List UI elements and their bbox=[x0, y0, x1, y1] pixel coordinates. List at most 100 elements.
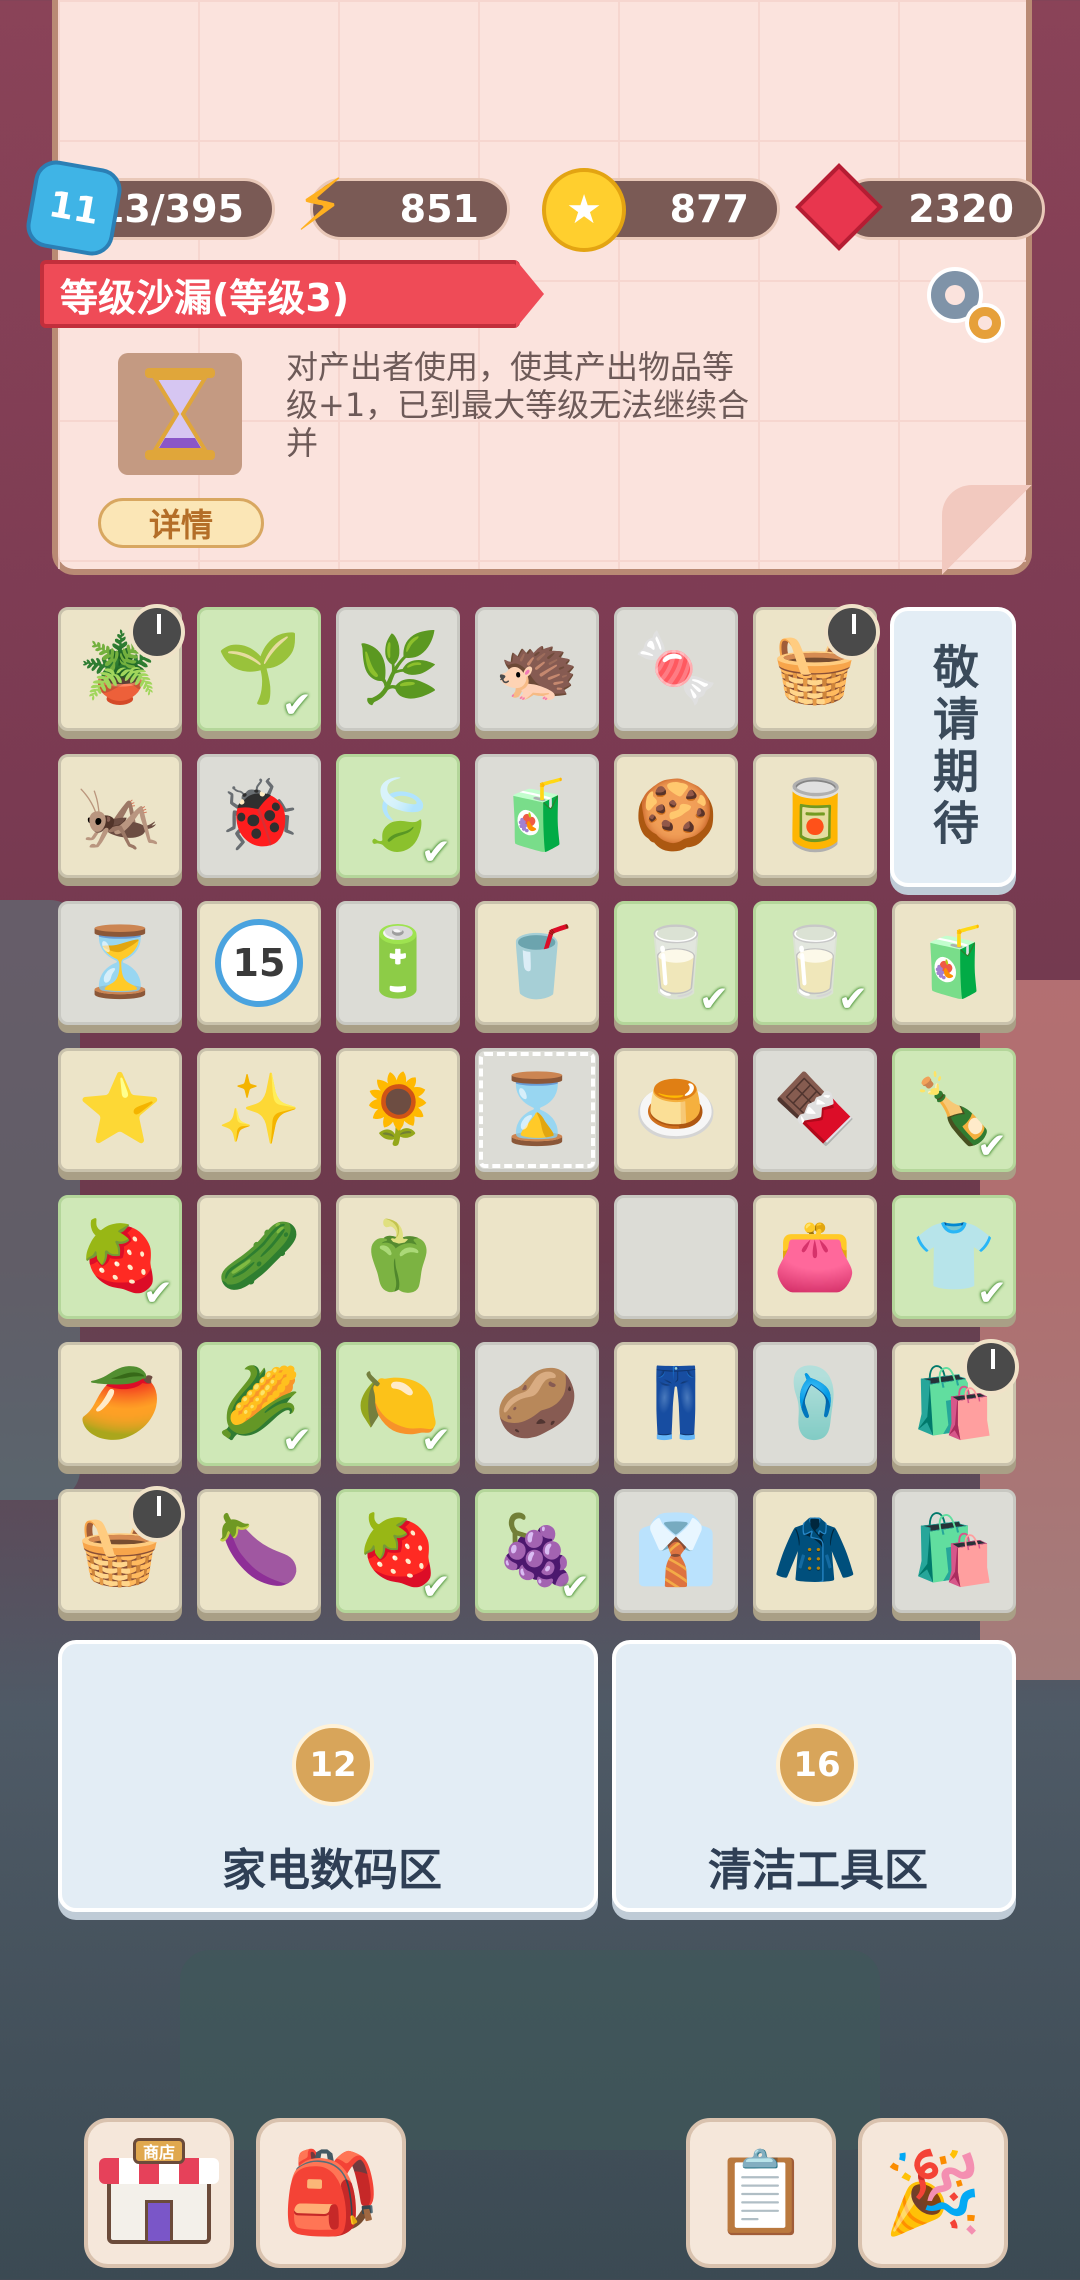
board-cell[interactable]: 🦔 bbox=[475, 607, 599, 731]
checkmark-icon: ✔ bbox=[281, 1420, 312, 1461]
zone-unlock-level: 16 bbox=[793, 1745, 841, 1785]
item-icon: 👖 bbox=[633, 1364, 719, 1443]
board-cell[interactable]: ⌛ bbox=[475, 1048, 599, 1172]
board-cell[interactable]: 🥛 ✔ bbox=[614, 901, 738, 1025]
board-cell[interactable]: 🔋 bbox=[336, 901, 460, 1025]
locked-column-tile[interactable]: 敬请期待 bbox=[890, 607, 1016, 887]
item-icon: 🍪 bbox=[633, 776, 719, 855]
timer-icon bbox=[963, 1339, 1019, 1395]
zone-name: 家电数码区 bbox=[222, 1845, 442, 1896]
settings-gear-icon[interactable] bbox=[915, 255, 1015, 355]
board-cell[interactable]: 🍾 ✔ bbox=[892, 1048, 1016, 1172]
zone-appliances-locked[interactable]: 12 家电数码区 bbox=[58, 1640, 598, 1912]
checkmark-icon: ✔ bbox=[281, 685, 312, 726]
panel-corner-fold bbox=[942, 485, 1032, 575]
zone-unlock-level: 12 bbox=[309, 1745, 357, 1785]
board-cell[interactable]: 🍬 bbox=[614, 607, 738, 731]
board-cell[interactable]: 🛍️ bbox=[892, 1339, 1019, 1466]
item-icon: 15 bbox=[215, 919, 303, 1007]
board-cell[interactable]: 🍓 ✔ bbox=[58, 1195, 182, 1319]
item-icon: 🌻 bbox=[355, 1070, 441, 1149]
board-cell[interactable]: 👖 bbox=[614, 1342, 738, 1466]
item-title-ribbon: 等级沙漏(等级3) bbox=[40, 260, 544, 328]
board-cell[interactable]: 🥒 bbox=[197, 1195, 321, 1319]
lightning-icon: ⚡ bbox=[294, 163, 346, 247]
item-title: 等级沙漏(等级3) bbox=[60, 275, 350, 320]
board-cell[interactable]: 🌿 bbox=[336, 607, 460, 731]
backpack-button[interactable]: 🎒 bbox=[256, 2118, 406, 2268]
checkmark-icon: ✔ bbox=[420, 1567, 451, 1608]
energy-value: 851 bbox=[399, 187, 479, 231]
board-cell[interactable]: 🍇 ✔ bbox=[475, 1489, 599, 1613]
board-cell[interactable]: 🧥 bbox=[753, 1489, 877, 1613]
board-cell[interactable]: 👕 ✔ bbox=[892, 1195, 1016, 1319]
tasks-button[interactable]: 📋 bbox=[686, 2118, 836, 2268]
board-cell[interactable]: 🪴 bbox=[58, 604, 185, 731]
level-star-icon: 11 bbox=[23, 157, 125, 259]
board-cell[interactable]: 🐞 bbox=[197, 754, 321, 878]
zone-cleaning-locked[interactable]: 16 清洁工具区 bbox=[612, 1640, 1016, 1912]
board-cell[interactable]: 🍃 ✔ bbox=[336, 754, 460, 878]
board-cell[interactable]: 🧺 bbox=[753, 604, 880, 731]
coins-value: 877 bbox=[669, 187, 749, 231]
clipboard-icon: 📋 bbox=[711, 2146, 811, 2239]
board-cell[interactable]: 🍮 bbox=[614, 1048, 738, 1172]
board-cell[interactable]: 🧃 bbox=[892, 901, 1016, 1025]
item-icon: 🍫 bbox=[772, 1070, 858, 1149]
board-cell[interactable]: 🌻 bbox=[336, 1048, 460, 1172]
board-cell[interactable]: 🦗 bbox=[58, 754, 182, 878]
board-cell[interactable]: 🫑 bbox=[336, 1195, 460, 1319]
board-cell[interactable]: 👛 bbox=[753, 1195, 877, 1319]
hourglass-preview-icon bbox=[118, 353, 242, 475]
board-cell[interactable]: 🌱 ✔ bbox=[197, 607, 321, 731]
item-icon: 🍮 bbox=[633, 1070, 719, 1149]
shop-icon: 商店 bbox=[99, 2138, 219, 2248]
board-cell[interactable]: 🍓 ✔ bbox=[336, 1489, 460, 1613]
board-cell[interactable]: ⭐ bbox=[58, 1048, 182, 1172]
board-cell[interactable]: 🥭 bbox=[58, 1342, 182, 1466]
board-cell[interactable]: 🥛 ✔ bbox=[753, 901, 877, 1025]
shop-button[interactable]: 商店 bbox=[84, 2118, 234, 2268]
board-cell[interactable]: 15 bbox=[197, 901, 321, 1025]
item-icon: 🥤 bbox=[494, 923, 580, 1002]
item-icon: 🐞 bbox=[216, 776, 302, 855]
item-icon: 🛍️ bbox=[911, 1511, 997, 1590]
item-icon: 🥭 bbox=[77, 1364, 163, 1443]
level-value: 11 bbox=[45, 183, 103, 233]
party-popper-icon: 🎉 bbox=[883, 2146, 983, 2239]
board-cell[interactable] bbox=[475, 1195, 599, 1319]
item-icon: ⏳ bbox=[77, 923, 163, 1002]
board-cell[interactable]: 🧺 bbox=[58, 1486, 185, 1613]
board-cell[interactable]: 🥤 bbox=[475, 901, 599, 1025]
checkmark-icon: ✔ bbox=[420, 832, 451, 873]
item-icon: 🍆 bbox=[216, 1511, 302, 1590]
item-icon: 👛 bbox=[772, 1217, 858, 1296]
board-cell[interactable]: ✨ bbox=[197, 1048, 321, 1172]
board-cell[interactable]: ⏳ bbox=[58, 901, 182, 1025]
locked-column-label: 敬请期待 bbox=[926, 643, 980, 851]
board-cell[interactable]: 🍪 bbox=[614, 754, 738, 878]
shop-sign: 商店 bbox=[133, 2138, 185, 2164]
item-icon: 🥔 bbox=[494, 1364, 580, 1443]
party-button[interactable]: 🎉 bbox=[858, 2118, 1008, 2268]
board-cell[interactable]: 🥫 bbox=[753, 754, 877, 878]
board-cell[interactable] bbox=[614, 1195, 738, 1319]
item-icon: 🩴 bbox=[772, 1364, 858, 1443]
board-cell[interactable]: 🛍️ bbox=[892, 1489, 1016, 1613]
checkmark-icon: ✔ bbox=[837, 979, 868, 1020]
checkmark-icon: ✔ bbox=[142, 1273, 173, 1314]
item-icon: 🧃 bbox=[494, 776, 580, 855]
board-cell[interactable]: 🩴 bbox=[753, 1342, 877, 1466]
details-button[interactable]: 详情 bbox=[98, 498, 264, 548]
board-cell[interactable]: 🥔 bbox=[475, 1342, 599, 1466]
zone-lock-badge: 16 bbox=[776, 1724, 858, 1806]
board-cell[interactable]: 🍋 ✔ bbox=[336, 1342, 460, 1466]
board-cell[interactable]: 🧃 bbox=[475, 754, 599, 878]
board-cell[interactable]: 🌽 ✔ bbox=[197, 1342, 321, 1466]
coin-icon: ★ bbox=[542, 168, 626, 252]
board-cell[interactable]: 🍆 bbox=[197, 1489, 321, 1613]
zone-lock-badge: 12 bbox=[292, 1724, 374, 1806]
board-cell[interactable]: 👔 bbox=[614, 1489, 738, 1613]
board-cell[interactable]: 🍫 bbox=[753, 1048, 877, 1172]
item-icon: 🍬 bbox=[633, 629, 719, 708]
